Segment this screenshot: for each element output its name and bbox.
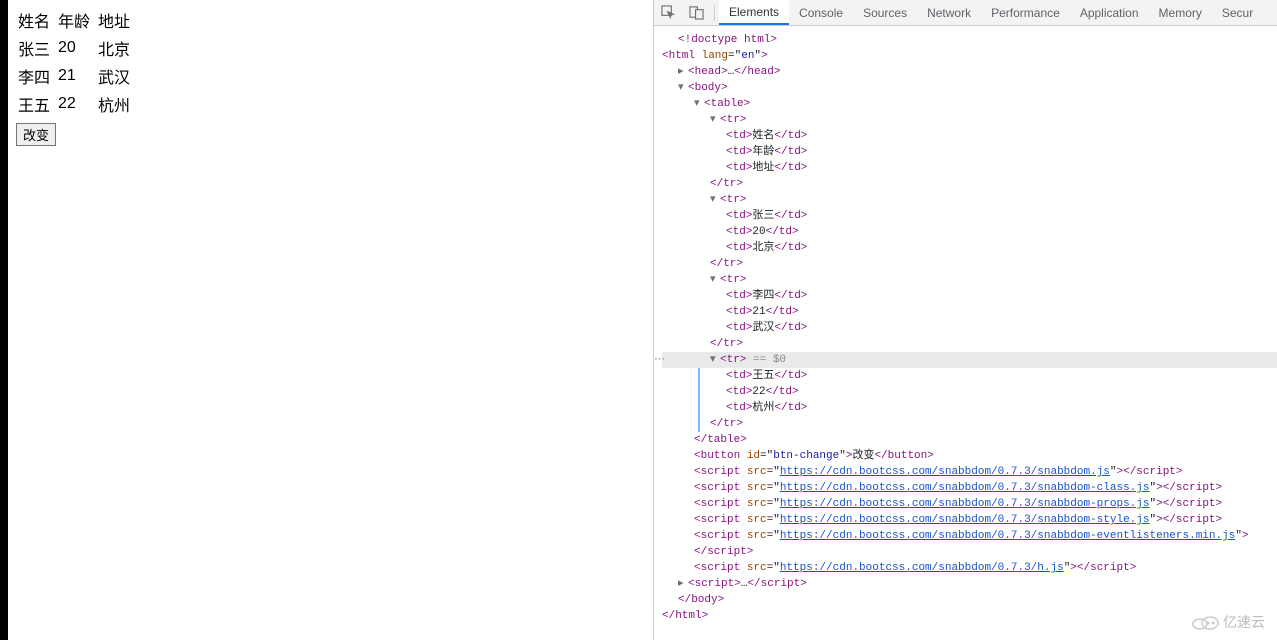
cell-name: 李四 [18,63,56,89]
dom-td[interactable]: <td>杭州</td> [662,400,1277,416]
data-table: 姓名 年龄 地址 张三 20 北京 李四 21 武汉 王五 22 杭州 [16,5,138,119]
dom-script-collapsed[interactable]: ▸<script>…</script> [662,576,1277,592]
dom-script[interactable]: <script src="https://cdn.bootcss.com/sna… [662,512,1277,528]
devtools-panel: Elements Console Sources Network Perform… [653,0,1277,640]
tab-elements[interactable]: Elements [719,0,789,25]
left-border [0,0,8,640]
cell-age: 20 [58,35,96,61]
table-row: 李四 21 武汉 [18,63,136,89]
inspect-icon[interactable] [654,0,682,26]
dom-td[interactable]: <td>武汉</td> [662,320,1277,336]
tab-console[interactable]: Console [789,0,853,25]
watermark: 亿速云 [1191,612,1265,632]
dom-script[interactable]: <script src="https://cdn.bootcss.com/sna… [662,496,1277,512]
dom-tr-open[interactable]: ▾<tr> [662,192,1277,208]
dom-button[interactable]: <button id="btn-change">改变</button> [662,448,1277,464]
dom-td[interactable]: <td>姓名</td> [662,128,1277,144]
dom-script-close[interactable]: </script> [662,544,1277,560]
dom-tr-close[interactable]: </tr> [662,176,1277,192]
tab-sources[interactable]: Sources [853,0,917,25]
devtools-toolbar: Elements Console Sources Network Perform… [654,0,1277,26]
page-content: 姓名 年龄 地址 张三 20 北京 李四 21 武汉 王五 22 杭州 改变 [8,0,653,640]
watermark-text: 亿速云 [1223,612,1265,632]
dom-html-close[interactable]: </html> [662,608,1277,624]
cell-addr: 杭州 [98,91,136,117]
dom-script[interactable]: <script src="https://cdn.bootcss.com/sna… [662,528,1277,544]
dom-td[interactable]: <td>年龄</td> [662,144,1277,160]
dom-td[interactable]: <td>王五</td> [662,368,1277,384]
cell-addr: 武汉 [98,63,136,89]
tab-network[interactable]: Network [917,0,981,25]
tab-application[interactable]: Application [1070,0,1149,25]
dom-tree[interactable]: <!doctype html> <html lang="en"> ▸<head>… [654,26,1277,644]
cloud-icon [1191,614,1219,630]
dom-table-close[interactable]: </table> [662,432,1277,448]
dom-tr-close[interactable]: </tr> [662,336,1277,352]
dom-td[interactable]: <td>22</td> [662,384,1277,400]
device-toggle-icon[interactable] [682,0,710,26]
toolbar-separator [714,5,715,21]
dom-script[interactable]: <script src="https://cdn.bootcss.com/sna… [662,560,1277,576]
cell-age: 21 [58,63,96,89]
table-row: 张三 20 北京 [18,35,136,61]
dom-tr-close[interactable]: </tr> [662,416,1277,432]
table-row: 王五 22 杭州 [18,91,136,117]
cell-addr: 北京 [98,35,136,61]
table-header-row: 姓名 年龄 地址 [18,7,136,33]
dom-doctype[interactable]: <!doctype html> [662,32,1277,48]
dom-td[interactable]: <td>北京</td> [662,240,1277,256]
dom-body-close[interactable]: </body> [662,592,1277,608]
dom-tr-selected[interactable]: ▾<tr> == $0 [662,352,1277,368]
change-button[interactable]: 改变 [16,123,56,146]
dom-head[interactable]: ▸<head>…</head> [662,64,1277,80]
dom-td[interactable]: <td>李四</td> [662,288,1277,304]
header-cell: 年龄 [58,7,96,33]
dom-tr-close[interactable]: </tr> [662,256,1277,272]
header-cell: 地址 [98,7,136,33]
dom-td[interactable]: <td>地址</td> [662,160,1277,176]
devtools-tabs: Elements Console Sources Network Perform… [719,0,1263,25]
dom-html-open[interactable]: <html lang="en"> [662,48,1277,64]
dom-script[interactable]: <script src="https://cdn.bootcss.com/sna… [662,480,1277,496]
dom-body-open[interactable]: ▾<body> [662,80,1277,96]
header-cell: 姓名 [18,7,56,33]
cell-name: 张三 [18,35,56,61]
dom-td[interactable]: <td>21</td> [662,304,1277,320]
cell-name: 王五 [18,91,56,117]
dom-script[interactable]: <script src="https://cdn.bootcss.com/sna… [662,464,1277,480]
tab-security[interactable]: Secur [1212,0,1263,25]
tab-memory[interactable]: Memory [1149,0,1212,25]
dom-tr-open[interactable]: ▾<tr> [662,112,1277,128]
dom-td[interactable]: <td>张三</td> [662,208,1277,224]
cell-age: 22 [58,91,96,117]
dom-td[interactable]: <td>20</td> [662,224,1277,240]
dom-table-open[interactable]: ▾<table> [662,96,1277,112]
dom-tr-open[interactable]: ▾<tr> [662,272,1277,288]
tab-performance[interactable]: Performance [981,0,1070,25]
